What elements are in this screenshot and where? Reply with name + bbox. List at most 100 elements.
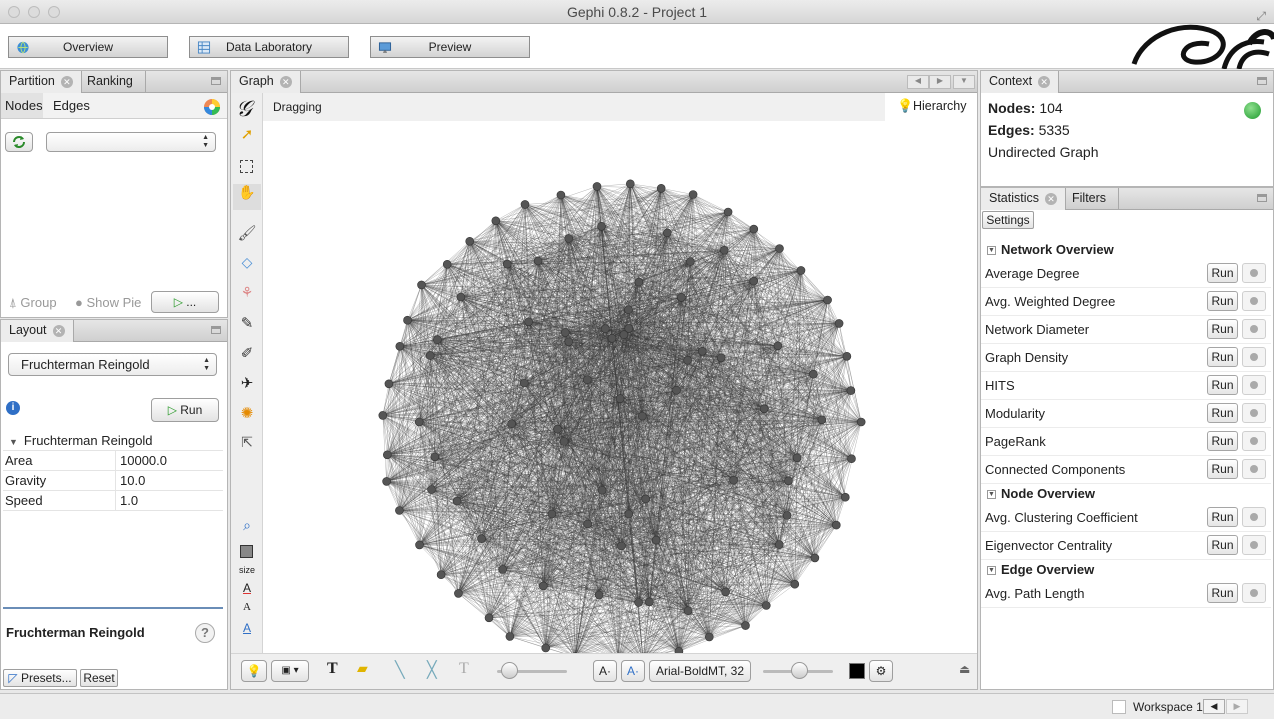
- graph-node[interactable]: [774, 540, 784, 549]
- layout-property-row[interactable]: Area 10000.0: [3, 451, 223, 471]
- graph-node[interactable]: [683, 606, 693, 616]
- graph-node[interactable]: [484, 613, 494, 623]
- background-color-swatch[interactable]: [849, 663, 865, 679]
- diamond-icon[interactable]: ◇: [233, 254, 261, 280]
- stat-report-button[interactable]: [1242, 431, 1266, 451]
- stat-run-button[interactable]: Run: [1207, 319, 1238, 339]
- graph-node[interactable]: [430, 452, 440, 462]
- pencil-icon[interactable]: ✎: [233, 314, 261, 340]
- graph-node[interactable]: [656, 184, 666, 193]
- layout-property-row[interactable]: Speed 1.0: [3, 491, 223, 511]
- graph-node[interactable]: [759, 404, 769, 414]
- graph-node[interactable]: [749, 224, 759, 234]
- stat-run-button[interactable]: Run: [1207, 459, 1238, 479]
- preview-button[interactable]: Preview: [370, 36, 530, 58]
- graph-node[interactable]: [503, 259, 512, 269]
- graph-node[interactable]: [436, 570, 446, 580]
- graph-node[interactable]: [583, 519, 593, 529]
- lightbulb-icon[interactable]: 💡: [241, 660, 267, 682]
- brush-icon[interactable]: 🖌: [233, 224, 261, 250]
- graph-node[interactable]: [775, 244, 784, 253]
- stat-run-button[interactable]: Run: [1207, 375, 1238, 395]
- graph-node[interactable]: [672, 385, 681, 395]
- graph-node[interactable]: [553, 424, 562, 434]
- slider-thumb[interactable]: [501, 662, 518, 679]
- graph-node[interactable]: [840, 492, 850, 502]
- stat-report-button[interactable]: [1242, 347, 1266, 367]
- tab-list-icon[interactable]: ▼: [953, 75, 975, 89]
- graph-node[interactable]: [792, 453, 802, 463]
- graph-node[interactable]: [749, 276, 759, 286]
- graph-node[interactable]: [782, 511, 792, 520]
- info-icon[interactable]: i: [6, 401, 20, 415]
- graph-node[interactable]: [856, 417, 866, 427]
- close-icon[interactable]: ✕: [279, 75, 292, 88]
- stat-section-header[interactable]: ▼ Network Overview: [981, 240, 1271, 260]
- graph-node[interactable]: [383, 450, 392, 460]
- graph-node[interactable]: [729, 475, 738, 485]
- select-arrow-icon[interactable]: ➚: [233, 125, 261, 151]
- slider-thumb[interactable]: [791, 662, 808, 679]
- stat-report-button[interactable]: [1242, 319, 1266, 339]
- edge-pencil-icon[interactable]: ✐: [233, 344, 261, 370]
- graph-node[interactable]: [594, 590, 604, 600]
- partition-select[interactable]: ▲ ▼: [46, 132, 216, 152]
- graph-node[interactable]: [454, 589, 463, 598]
- heat-map-icon[interactable]: ✺: [233, 404, 261, 430]
- graph-node[interactable]: [634, 598, 643, 607]
- layout-property-row[interactable]: Gravity 10.0: [3, 471, 223, 491]
- tab-filters[interactable]: Filters: [1060, 188, 1120, 210]
- text-icon[interactable]: T: [327, 660, 338, 678]
- stat-report-button[interactable]: [1242, 583, 1266, 603]
- graph-node[interactable]: [662, 228, 672, 238]
- graph-node[interactable]: [617, 541, 626, 551]
- tab-nodes[interactable]: Nodes: [1, 93, 43, 118]
- stat-report-button[interactable]: [1242, 507, 1266, 527]
- graph-canvas[interactable]: [263, 121, 977, 653]
- graph-node[interactable]: [403, 315, 412, 325]
- graph-node[interactable]: [433, 335, 442, 344]
- graph-node[interactable]: [723, 207, 733, 217]
- minimize-icon[interactable]: [211, 326, 221, 334]
- font-select-button[interactable]: Arial-BoldMT, 32: [649, 660, 751, 682]
- graph-node[interactable]: [624, 509, 634, 519]
- property-value[interactable]: 1.0: [115, 491, 223, 511]
- font-color-icon[interactable]: A·: [621, 660, 645, 682]
- graph-node[interactable]: [834, 319, 844, 328]
- stat-run-button[interactable]: Run: [1207, 291, 1238, 311]
- graph-node[interactable]: [519, 378, 529, 388]
- close-window-button[interactable]: [8, 6, 20, 18]
- graph-node[interactable]: [607, 334, 617, 343]
- graph-node[interactable]: [637, 411, 647, 421]
- tab-context[interactable]: Context ✕: [981, 71, 1060, 93]
- prev-workspace-icon[interactable]: ◀: [1203, 699, 1225, 714]
- graph-node[interactable]: [592, 182, 602, 191]
- shortest-path-icon[interactable]: ✈: [233, 374, 261, 400]
- tab-graph[interactable]: Graph ✕: [231, 71, 301, 93]
- apply-partition-button[interactable]: ▷ ...: [151, 291, 219, 313]
- overview-button[interactable]: Overview: [8, 36, 168, 58]
- tab-ranking[interactable]: Ranking: [75, 71, 146, 93]
- property-value[interactable]: 10.0: [115, 471, 223, 491]
- stat-report-button[interactable]: [1242, 459, 1266, 479]
- graph-node[interactable]: [452, 496, 462, 506]
- graph-node[interactable]: [414, 417, 424, 427]
- graph-node[interactable]: [810, 553, 820, 563]
- minimize-window-button[interactable]: [28, 6, 40, 18]
- graph-node[interactable]: [721, 587, 730, 597]
- stat-report-button[interactable]: [1242, 403, 1266, 423]
- graph-node[interactable]: [600, 324, 610, 333]
- edge-color-icon[interactable]: ╳: [427, 660, 437, 680]
- minimize-icon[interactable]: [1257, 194, 1267, 202]
- stat-report-button[interactable]: [1242, 535, 1266, 555]
- graph-node[interactable]: [395, 506, 404, 515]
- font-decrease-icon[interactable]: A·: [593, 660, 617, 682]
- close-icon[interactable]: ✕: [60, 75, 73, 88]
- graph-node[interactable]: [686, 257, 695, 266]
- settings-icon[interactable]: ⚙: [869, 660, 893, 682]
- graph-node[interactable]: [846, 386, 856, 395]
- graph-node[interactable]: [427, 485, 436, 494]
- label-size-icon[interactable]: A: [233, 621, 261, 647]
- graph-node[interactable]: [556, 190, 566, 200]
- graph-node[interactable]: [541, 643, 551, 653]
